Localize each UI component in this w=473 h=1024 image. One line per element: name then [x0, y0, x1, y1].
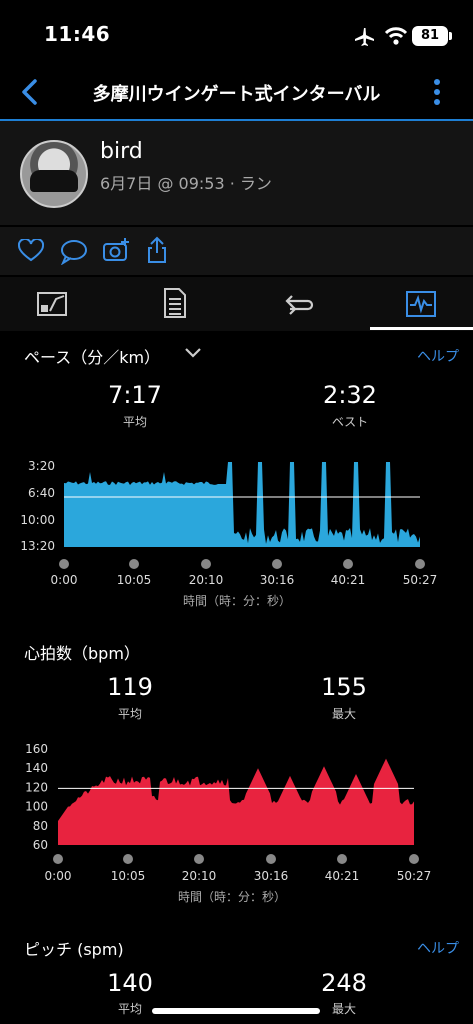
pace-avg-label: 平均 — [122, 415, 147, 429]
hr-avg-label: 平均 — [117, 707, 142, 721]
pace-y-tick: 13:20 — [20, 539, 55, 553]
tab-charts-icon[interactable] — [406, 291, 436, 317]
user-name[interactable]: bird — [100, 139, 143, 164]
pace-best-value: 2:32 — [323, 381, 377, 409]
like-heart-icon[interactable] — [18, 239, 44, 263]
nav-header: 多摩川ウインゲート式インターバル — [0, 66, 473, 120]
pace-y-tick: 6:40 — [28, 486, 55, 500]
hr-x-dot — [266, 854, 276, 864]
hr-max-value: 155 — [321, 673, 367, 701]
hr-y-tick: 100 — [25, 800, 48, 814]
hr-x-tick: 20:10 — [182, 869, 217, 880]
hr-x-dot — [337, 854, 347, 864]
battery-indicator: 81 — [412, 26, 448, 46]
hr-x-dot — [409, 854, 419, 864]
pace-help-link[interactable]: ヘルプ — [417, 346, 459, 366]
cadence-max-value: 248 — [321, 969, 367, 997]
hr-y-tick: 60 — [33, 838, 48, 850]
hr-x-tick: 30:16 — [254, 869, 289, 880]
pace-x-dot — [201, 559, 211, 569]
pace-x-dot — [272, 559, 282, 569]
pace-title: ペース（分／km） — [24, 348, 161, 367]
tab-stats-icon[interactable] — [162, 287, 188, 319]
hr-x-tick: 40:21 — [325, 869, 360, 880]
pace-x-tick: 40:21 — [331, 573, 366, 587]
hr-area — [58, 758, 414, 845]
pace-x-tick: 10:05 — [117, 573, 152, 587]
pace-chart[interactable]: 3:20 6:40 10:00 13:20 — [0, 450, 473, 570]
hr-title: 心拍数（bpm） — [24, 644, 140, 663]
activity-meta: 6月7日 @ 09:53 · ラン — [100, 174, 272, 193]
pace-best-label: ベスト — [331, 415, 369, 429]
avatar-cap — [30, 170, 78, 192]
hr-y-tick: 140 — [25, 761, 48, 775]
cadence-avg-value: 140 — [107, 969, 153, 997]
pace-y-tick: 10:00 — [20, 513, 55, 527]
pace-x-dot — [129, 559, 139, 569]
tab-laps-icon[interactable] — [282, 293, 314, 315]
hr-x-dot — [123, 854, 133, 864]
pace-y-tick: 3:20 — [28, 459, 55, 473]
pace-area — [64, 462, 420, 547]
wifi-icon — [384, 27, 408, 45]
status-time: 11:46 — [44, 22, 111, 46]
comment-icon[interactable] — [60, 239, 88, 265]
cadence-title: ピッチ (spm) — [24, 940, 124, 959]
pace-x-tick: 0:00 — [51, 573, 78, 587]
action-row — [0, 227, 473, 275]
add-photo-icon[interactable] — [102, 237, 130, 263]
pace-x-tick: 30:16 — [260, 573, 295, 587]
hr-x-tick: 10:05 — [111, 869, 146, 880]
active-tab-indicator — [370, 327, 473, 330]
pace-x-dot — [415, 559, 425, 569]
share-icon[interactable] — [146, 236, 168, 264]
chevron-down-icon[interactable] — [184, 347, 202, 359]
hr-y-tick: 80 — [33, 819, 48, 833]
hr-y-tick: 160 — [25, 742, 48, 756]
home-indicator — [152, 1008, 320, 1014]
pace-x-dot — [59, 559, 69, 569]
hr-y-tick: 120 — [25, 780, 48, 794]
more-vertical-icon[interactable] — [430, 76, 444, 108]
hr-x-dot — [53, 854, 63, 864]
hr-x-tick: 0:00 — [45, 869, 72, 880]
hr-max-label: 最大 — [331, 707, 356, 721]
status-bar: 11:46 81 — [0, 0, 473, 66]
pace-avg-value: 7:17 — [108, 381, 162, 409]
pace-x-tick: 20:10 — [189, 573, 224, 587]
pace-x-axis: 0:00 10:05 20:10 30:16 40:21 50:27 — [51, 559, 438, 587]
airplane-icon — [355, 28, 374, 46]
pace-x-dot — [343, 559, 353, 569]
pace-axis-title: 時間（時：分：秒） — [182, 594, 291, 608]
tab-overview-icon[interactable] — [36, 291, 68, 317]
cadence-help-link[interactable]: ヘルプ — [417, 938, 459, 958]
page-title: 多摩川ウインゲート式インターバル — [92, 84, 381, 105]
hr-avg-value: 119 — [107, 673, 153, 701]
hr-chart[interactable]: 160 140 120 100 80 60 — [0, 738, 473, 850]
hr-axis-title: 時間（時：分：秒） — [177, 890, 286, 904]
battery-nub — [449, 32, 452, 40]
hr-x-axis: 0:00 10:05 20:10 30:16 40:21 50:27 — [45, 854, 432, 880]
hr-x-dot — [194, 854, 204, 864]
hr-x-tick: 50:27 — [397, 869, 432, 880]
tab-bar — [0, 277, 473, 331]
pace-x-tick: 50:27 — [403, 573, 438, 587]
